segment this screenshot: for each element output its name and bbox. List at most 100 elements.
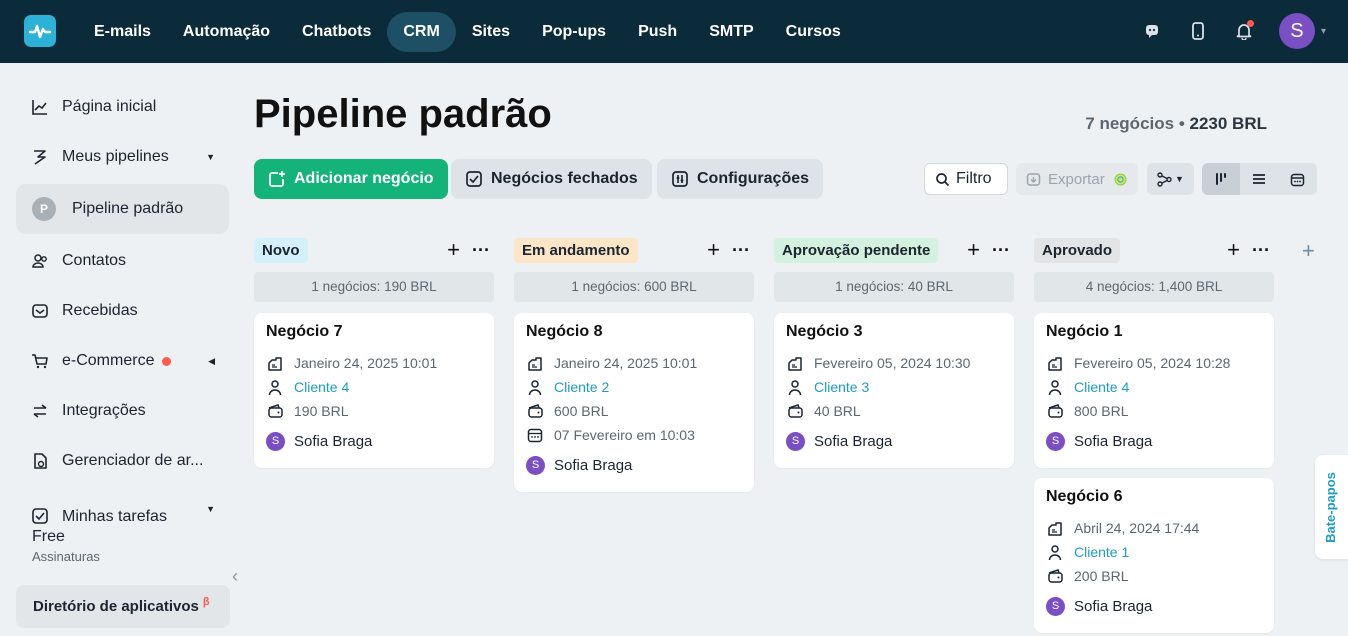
hand-money-icon (526, 354, 544, 372)
calendar-view-icon[interactable] (1278, 163, 1316, 195)
sidebar-item-tasks[interactable]: Minhas tarefas ▼ (16, 486, 229, 526)
chevron-down-icon[interactable]: ▾ (1321, 26, 1326, 37)
deal-card[interactable]: Negócio 1 Fevereiro 05, 2024 10:28 Clien… (1034, 313, 1274, 468)
deal-card[interactable]: Negócio 7 Janeiro 24, 2025 10:01 Cliente… (254, 313, 494, 468)
sidebar-item-label: Contatos (62, 252, 127, 269)
chevron-down-icon[interactable]: ▼ (206, 152, 215, 162)
deal-card[interactable]: Negócio 3 Fevereiro 05, 2024 10:30 Clien… (774, 313, 1014, 468)
chevron-left-icon[interactable]: ◀ (208, 356, 215, 367)
pipeline-column-aprovacao-pendente: Aprovação pendente + ··· 1 negócios: 40 B… (774, 238, 1014, 468)
deal-client-row[interactable]: Cliente 4 (266, 375, 482, 399)
deal-title[interactable]: Negócio 1 (1046, 323, 1262, 341)
hand-money-icon (1046, 519, 1064, 537)
column-stats: 4 negócios: 1,400 BRL (1034, 272, 1274, 302)
chat-icon[interactable] (1141, 20, 1163, 42)
deal-client-row[interactable]: Cliente 3 (786, 375, 1002, 399)
deal-owner[interactable]: S Sofia Braga (526, 453, 742, 477)
top-navigation-bar: E-mails Automação Chatbots CRM Sites Pop… (0, 0, 1348, 63)
deal-client[interactable]: Cliente 4 (1074, 379, 1129, 395)
deal-amount: 600 BRL (554, 403, 609, 419)
add-deal-button[interactable]: Adicionar negócio (254, 159, 448, 199)
closed-deals-label: Negócios fechados (491, 170, 638, 187)
deal-client[interactable]: Cliente 1 (1074, 544, 1129, 560)
add-icon[interactable]: + (1227, 239, 1240, 261)
plan-info[interactable]: Free Assinaturas (32, 528, 100, 564)
nav-cursos[interactable]: Cursos (770, 12, 857, 52)
more-icon[interactable]: ··· (732, 239, 750, 261)
add-icon[interactable]: + (707, 239, 720, 261)
nav-push[interactable]: Push (622, 12, 693, 52)
bell-icon[interactable] (1233, 20, 1255, 42)
sidebar-item-pipelines[interactable]: Meus pipelines ▼ (16, 132, 229, 182)
kanban-view-icon[interactable] (1202, 163, 1240, 195)
deal-title[interactable]: Negócio 8 (526, 323, 742, 341)
owner-avatar: S (266, 431, 285, 451)
deal-client[interactable]: Cliente 2 (554, 379, 609, 395)
sidebar-item-contacts[interactable]: Contatos (16, 236, 229, 286)
sidebar-item-integrations[interactable]: Integrações (16, 386, 229, 436)
automation-button[interactable]: ▼ (1147, 163, 1194, 195)
wallet-icon (1046, 402, 1064, 420)
settings-label: Configurações (697, 170, 810, 187)
chevron-down-icon[interactable]: ▼ (206, 504, 215, 514)
list-view-icon[interactable] (1240, 163, 1278, 195)
deal-date-row: Janeiro 24, 2025 10:01 (266, 351, 482, 375)
user-avatar[interactable]: S (1278, 13, 1315, 49)
collapse-sidebar-icon[interactable]: ‹ (232, 566, 238, 587)
sidebar-item-ecommerce[interactable]: e-Commerce ◀ (16, 336, 229, 386)
deal-title[interactable]: Negócio 3 (786, 323, 1002, 341)
deal-client[interactable]: Cliente 3 (814, 379, 869, 395)
mobile-icon[interactable] (1187, 20, 1209, 42)
pulse-logo-icon[interactable] (24, 15, 56, 47)
column-actions: + ··· (447, 239, 490, 261)
more-icon[interactable]: ··· (472, 239, 490, 261)
app-directory-button[interactable]: Diretório de aplicativos β (16, 585, 230, 628)
pipeline-summary: 7 negócios • 2230 BRL (1085, 114, 1267, 134)
nav-popups[interactable]: Pop-ups (526, 12, 622, 52)
nav-automacao[interactable]: Automação (167, 12, 286, 52)
add-icon[interactable]: + (447, 239, 460, 261)
stage-label[interactable]: Aprovado (1034, 238, 1121, 263)
export-button[interactable]: Exportar (1016, 163, 1138, 195)
deal-client-row[interactable]: Cliente 4 (1046, 375, 1262, 399)
sidebar-item-pipeline-padrao[interactable]: P Pipeline padrão (16, 184, 229, 234)
deal-owner[interactable]: S Sofia Braga (786, 429, 1002, 453)
deal-client-row[interactable]: Cliente 1 (1046, 540, 1262, 564)
person-icon (1046, 378, 1064, 396)
nav-chatbots[interactable]: Chatbots (286, 12, 387, 52)
chat-tab[interactable]: Bate-papos (1315, 455, 1348, 559)
deal-owner[interactable]: S Sofia Braga (1046, 429, 1262, 453)
sidebar-item-home[interactable]: Página inicial (16, 82, 229, 132)
deal-client-row[interactable]: Cliente 2 (526, 375, 742, 399)
deal-title[interactable]: Negócio 7 (266, 323, 482, 341)
lightning-icon (30, 147, 50, 167)
sidebar-item-inbox[interactable]: Recebidas (16, 286, 229, 336)
nav-smtp[interactable]: SMTP (693, 12, 769, 52)
mail-icon (30, 301, 50, 321)
add-deal-icon (268, 170, 286, 188)
settings-button[interactable]: Configurações (657, 159, 824, 199)
owner-avatar: S (1046, 596, 1065, 616)
beta-badge: β (202, 595, 210, 608)
deal-card[interactable]: Negócio 8 Janeiro 24, 2025 10:01 Cliente… (514, 313, 754, 492)
stage-label[interactable]: Aprovação pendente (774, 238, 939, 263)
nav-crm[interactable]: CRM (387, 12, 456, 52)
closed-deals-button[interactable]: Negócios fechados (451, 159, 652, 199)
sidebar-item-label: Gerenciador de ar... (62, 452, 204, 469)
sidebar-item-file-manager[interactable]: Gerenciador de ar... (16, 436, 229, 486)
deal-owner[interactable]: S Sofia Braga (1046, 594, 1262, 618)
more-icon[interactable]: ··· (1252, 239, 1270, 261)
sidebar-item-label: Recebidas (62, 302, 138, 319)
filter-button[interactable]: Filtro (924, 163, 1008, 195)
add-column-icon[interactable]: + (1302, 238, 1315, 264)
more-icon[interactable]: ··· (992, 239, 1010, 261)
deal-card[interactable]: Negócio 6 Abril 24, 2024 17:44 Cliente 1… (1034, 478, 1274, 633)
nav-emails[interactable]: E-mails (78, 12, 167, 52)
deal-owner[interactable]: S Sofia Braga (266, 429, 482, 453)
deal-client[interactable]: Cliente 4 (294, 379, 349, 395)
nav-sites[interactable]: Sites (456, 12, 526, 52)
stage-label[interactable]: Novo (254, 238, 308, 263)
stage-label[interactable]: Em andamento (514, 238, 638, 263)
add-icon[interactable]: + (967, 239, 980, 261)
deal-title[interactable]: Negócio 6 (1046, 488, 1262, 506)
